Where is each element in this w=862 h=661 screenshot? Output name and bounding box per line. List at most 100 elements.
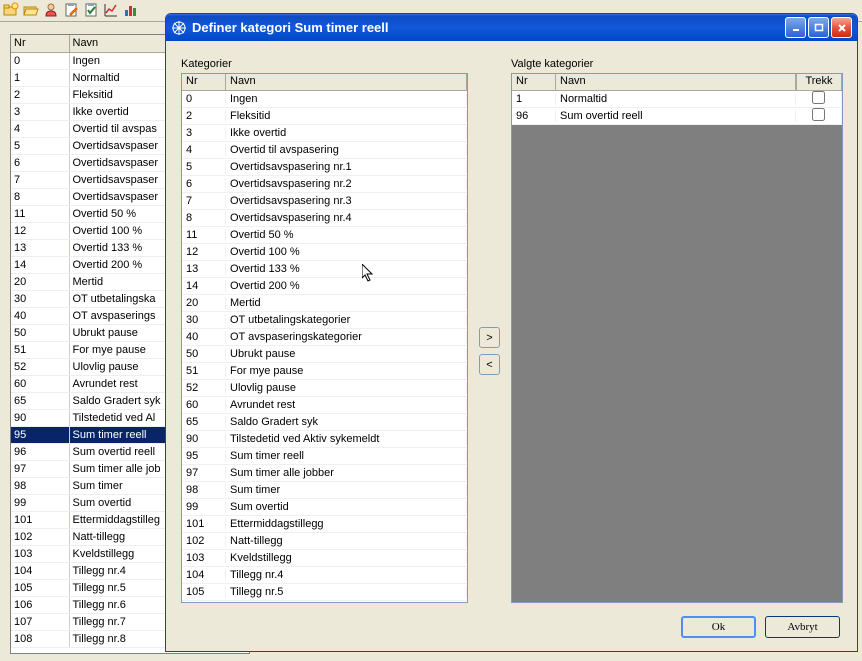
minimize-button[interactable] (785, 17, 806, 38)
add-category-button[interactable]: > (479, 327, 500, 348)
cell-nr: 108 (11, 630, 69, 647)
cell-navn: Sum overtid reell (556, 110, 796, 122)
cell-nr: 51 (11, 341, 69, 358)
list-item[interactable]: 30OT utbetalingskategorier (182, 312, 467, 329)
list-item[interactable]: 101Ettermiddagstillegg (182, 516, 467, 533)
list-item[interactable]: 97Sum timer alle jobber (182, 465, 467, 482)
list-item[interactable]: 12Overtid 100 % (182, 244, 467, 261)
list-item[interactable]: 52Ulovlig pause (182, 380, 467, 397)
selected-categories-list[interactable]: Nr Navn Trekk 1Normaltid96Sum overtid re… (511, 73, 843, 603)
cancel-button[interactable]: Avbryt (765, 616, 840, 638)
cell-nr: 12 (11, 222, 69, 239)
bg-header-nr[interactable]: Nr (11, 35, 69, 52)
cell-navn: Overtidsavspasering nr.4 (226, 212, 467, 224)
list-item[interactable]: 104Tillegg nr.4 (182, 567, 467, 584)
dialog-titlebar[interactable]: Definer kategori Sum timer reell (166, 14, 857, 41)
define-category-dialog: Definer kategori Sum timer reell Kategor… (165, 13, 858, 652)
list-item[interactable]: 40OT avspaseringskategorier (182, 329, 467, 346)
list-item[interactable]: 51For mye pause (182, 363, 467, 380)
list-item[interactable]: 105Tillegg nr.5 (182, 584, 467, 601)
cell-navn: Tillegg nr.4 (226, 569, 467, 581)
list-item[interactable]: 5Overtidsavspasering nr.1 (182, 159, 467, 176)
cell-navn: Fleksitid (226, 110, 467, 122)
list-item[interactable]: 8Overtidsavspasering nr.4 (182, 210, 467, 227)
cell-navn: OT avspaseringskategorier (226, 331, 467, 343)
list-item[interactable]: 7Overtidsavspasering nr.3 (182, 193, 467, 210)
ok-button[interactable]: Ok (681, 616, 756, 638)
cell-nr: 102 (11, 528, 69, 545)
cat-header-nr[interactable]: Nr (182, 74, 226, 90)
list-item[interactable]: 95Sum timer reell (182, 448, 467, 465)
chart-bar-icon[interactable] (123, 2, 139, 18)
sel-header-nr[interactable]: Nr (512, 74, 556, 90)
cell-nr: 5 (182, 161, 226, 173)
user-icon[interactable] (43, 2, 59, 18)
cell-nr: 50 (11, 324, 69, 341)
close-button[interactable] (831, 17, 852, 38)
sel-header-navn[interactable]: Navn (556, 74, 796, 90)
list-item[interactable]: 102Natt-tillegg (182, 533, 467, 550)
list-item[interactable]: 98Sum timer (182, 482, 467, 499)
cell-nr: 2 (11, 86, 69, 103)
cell-nr: 106 (11, 596, 69, 613)
cell-navn: Normaltid (556, 93, 796, 105)
sel-header-trekk[interactable]: Trekk (796, 74, 842, 90)
cell-nr: 104 (11, 562, 69, 579)
selected-categories-label: Valgte kategorier (511, 58, 593, 70)
cell-nr: 40 (11, 307, 69, 324)
folder-open-icon[interactable] (23, 2, 39, 18)
maximize-button[interactable] (808, 17, 829, 38)
list-item[interactable]: 60Avrundet rest (182, 397, 467, 414)
cell-nr: 98 (182, 484, 226, 496)
cell-navn: Kveldstillegg (226, 552, 467, 564)
cell-navn: Overtidsavspasering nr.2 (226, 178, 467, 190)
cell-navn: Tillegg nr.5 (226, 586, 467, 598)
cell-nr: 51 (182, 365, 226, 377)
cell-nr: 52 (11, 358, 69, 375)
cell-navn: Ingen (226, 93, 467, 105)
list-item[interactable]: 14Overtid 200 % (182, 278, 467, 295)
clipboard-edit-icon[interactable] (63, 2, 79, 18)
cat-header-navn[interactable]: Navn (226, 74, 467, 90)
remove-category-button[interactable]: < (479, 354, 500, 375)
trekk-checkbox[interactable] (812, 108, 825, 121)
cell-nr: 101 (11, 511, 69, 528)
cell-nr: 12 (182, 246, 226, 258)
list-item[interactable]: 4Overtid til avspasering (182, 142, 467, 159)
list-item[interactable]: 50Ubrukt pause (182, 346, 467, 363)
trekk-checkbox[interactable] (812, 91, 825, 104)
list-item[interactable]: 106Tillegg nr.6 (182, 601, 467, 602)
list-item[interactable]: 96Sum overtid reell (512, 108, 842, 125)
list-item[interactable]: 99Sum overtid (182, 499, 467, 516)
cell-nr: 50 (182, 348, 226, 360)
list-item[interactable]: 6Overtidsavspasering nr.2 (182, 176, 467, 193)
list-item[interactable]: 20Mertid (182, 295, 467, 312)
cell-nr: 4 (182, 144, 226, 156)
cell-nr: 95 (11, 426, 69, 443)
cell-nr: 7 (182, 195, 226, 207)
list-item[interactable]: 0Ingen (182, 91, 467, 108)
cell-nr: 3 (182, 127, 226, 139)
list-item[interactable]: 2Fleksitid (182, 108, 467, 125)
list-item[interactable]: 3Ikke overtid (182, 125, 467, 142)
cell-nr: 103 (182, 552, 226, 564)
list-item[interactable]: 1Normaltid (512, 91, 842, 108)
list-item[interactable]: 103Kveldstillegg (182, 550, 467, 567)
cell-navn: Mertid (226, 297, 467, 309)
cell-nr: 20 (182, 297, 226, 309)
cell-nr: 3 (11, 103, 69, 120)
list-item[interactable]: 65Saldo Gradert syk (182, 414, 467, 431)
cell-nr: 8 (11, 188, 69, 205)
dialog-title: Definer kategori Sum timer reell (192, 20, 389, 35)
cell-nr: 102 (182, 535, 226, 547)
cell-navn: Avrundet rest (226, 399, 467, 411)
available-categories-list[interactable]: Nr Navn 0Ingen2Fleksitid3Ikke overtid4Ov… (181, 73, 468, 603)
list-item[interactable]: 11Overtid 50 % (182, 227, 467, 244)
cell-nr: 97 (11, 460, 69, 477)
chart-line-icon[interactable] (103, 2, 119, 18)
clipboard-check-icon[interactable] (83, 2, 99, 18)
list-item[interactable]: 90Tilstedetid ved Aktiv sykemeldt (182, 431, 467, 448)
list-item[interactable]: 13Overtid 133 % (182, 261, 467, 278)
cell-navn: Overtid 200 % (226, 280, 467, 292)
folder-new-icon[interactable] (3, 2, 19, 18)
